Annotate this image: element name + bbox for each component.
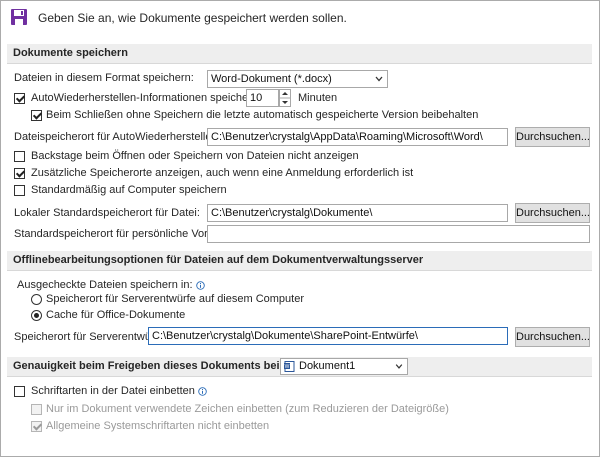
chevron-down-icon: [375, 76, 383, 82]
show-locations-label: Zusätzliche Speicherorte anzeigen, auch …: [31, 167, 414, 179]
no-backstage-label: Backstage beim Öffnen oder Speichern von…: [31, 150, 359, 162]
templates-label: Standardspeicherort für persönliche Vorl…: [14, 228, 238, 240]
word-document-icon: W: [284, 361, 295, 372]
autorecover-minutes-input[interactable]: 10: [246, 89, 279, 107]
radio-server-drafts-label: Speicherort für Serverentwürfe auf diese…: [46, 293, 305, 305]
autorecover-label: AutoWiederherstellen-Informationen speic…: [31, 92, 279, 104]
header-text: Geben Sie an, wie Dokumente gespeichert …: [38, 11, 347, 25]
local-path-input[interactable]: C:\Benutzer\crystalg\Dokumente\: [207, 204, 508, 222]
section-title: Offlinebearbeitungsoptionen für Dateien …: [13, 254, 424, 266]
show-locations-checkbox[interactable]: [14, 168, 25, 179]
format-select[interactable]: Word-Dokument (*.docx): [207, 70, 388, 88]
radio-office-cache[interactable]: [31, 310, 42, 321]
autorecover-path-label: Dateispeicherort für AutoWiederherstelle…: [14, 131, 221, 143]
no-backstage-checkbox[interactable]: [14, 151, 25, 162]
section-offline: Offlinebearbeitungsoptionen für Dateien …: [7, 251, 592, 271]
section-title: Dokumente speichern: [13, 47, 128, 59]
embed-fonts-label: Schriftarten in der Datei einbetten: [31, 385, 207, 397]
no-system-fonts-checkbox[interactable]: [31, 421, 42, 432]
floppy-disk-icon: [11, 9, 27, 25]
browse-autorecover-button[interactable]: Durchsuchen...: [515, 127, 590, 147]
format-value: Word-Dokument (*.docx): [211, 73, 332, 85]
templates-path-input[interactable]: [207, 225, 590, 243]
keep-last-checkbox[interactable]: [31, 110, 42, 121]
drafts-path-input[interactable]: C:\Benutzer\crystalg\Dokumente\SharePoin…: [148, 327, 508, 345]
checkout-label-text: Ausgecheckte Dateien speichern in:: [17, 279, 193, 291]
radio-office-cache-label: Cache für Office-Dokumente: [46, 309, 186, 321]
checkout-label: Ausgecheckte Dateien speichern in:: [17, 279, 205, 291]
embed-fonts-checkbox[interactable]: [14, 386, 25, 397]
document-value: Dokument1: [299, 360, 356, 372]
no-system-fonts-label: Allgemeine Systemschriftarten nicht einb…: [46, 420, 270, 432]
section-save-documents: Dokumente speichern: [7, 44, 592, 64]
keep-last-label: Beim Schließen ohne Speichern die letzte…: [46, 109, 479, 121]
only-used-chars-label: Nur im Dokument verwendete Zeichen einbe…: [46, 403, 449, 415]
autorecover-path-input[interactable]: C:\Benutzer\crystalg\AppData\Roaming\Mic…: [207, 128, 508, 146]
svg-text:W: W: [285, 364, 290, 370]
radio-server-drafts[interactable]: [31, 294, 42, 305]
info-icon: [195, 280, 205, 290]
embed-fonts-label-text: Schriftarten in der Datei einbetten: [31, 385, 195, 397]
format-label: Dateien in diesem Format speichern:: [14, 72, 194, 84]
autorecover-checkbox[interactable]: [14, 93, 25, 104]
browse-drafts-button[interactable]: Durchsuchen...: [515, 327, 590, 347]
default-computer-label: Standardmäßig auf Computer speichern: [31, 184, 227, 196]
only-used-chars-checkbox[interactable]: [31, 404, 42, 415]
drafts-path-label: Speicherort für Serverentwürfe:: [14, 331, 167, 343]
browse-local-button[interactable]: Durchsuchen...: [515, 203, 590, 223]
local-path-label: Lokaler Standardspeicherort für Datei:: [14, 207, 200, 219]
document-select[interactable]: W Dokument1: [280, 358, 408, 375]
chevron-down-icon: [395, 364, 403, 369]
default-computer-checkbox[interactable]: [14, 185, 25, 196]
minutes-label: Minuten: [298, 92, 338, 104]
info-icon: [198, 386, 207, 396]
minutes-spinner[interactable]: [279, 89, 291, 107]
